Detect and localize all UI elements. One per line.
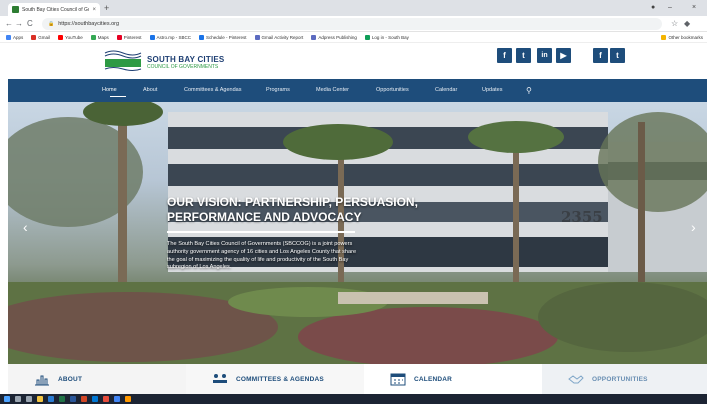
- bookmark-item[interactable]: Pinterest: [116, 34, 142, 40]
- lock-icon: 🔒: [48, 21, 55, 27]
- youtube-icon[interactable]: ▶: [556, 48, 571, 63]
- address-bar[interactable]: 🔒 https://southbaycities.org: [42, 18, 662, 30]
- logo-name[interactable]: SOUTH BAY CITIES: [147, 55, 224, 64]
- excel-icon[interactable]: [59, 396, 65, 402]
- bookmark-star-icon[interactable]: ☆: [671, 18, 678, 30]
- hero-title: OUR VISION: PARTNERSHIP, PERSUASION, PER…: [167, 195, 418, 224]
- tile-label: OPPORTUNITIES: [592, 375, 648, 383]
- nav-item-media-center[interactable]: Media Center: [316, 79, 349, 102]
- powerpoint-icon[interactable]: [81, 396, 87, 402]
- hero-divider: [167, 231, 355, 233]
- hero-photo: [8, 102, 707, 364]
- bookmark-favicon-icon: [149, 34, 155, 40]
- bookmark-item[interactable]: YouTube: [58, 34, 83, 40]
- bookmark-favicon-icon: [90, 34, 96, 40]
- sbccog-logo-icon[interactable]: [103, 47, 143, 73]
- bookmark-favicon-icon: [199, 34, 205, 40]
- close-window-icon[interactable]: ×: [692, 2, 696, 14]
- reload-button[interactable]: C: [27, 18, 33, 30]
- tile-committees[interactable]: COMMITTEES & AGENDAS: [186, 364, 364, 394]
- edge-icon[interactable]: [48, 396, 54, 402]
- other-bookmarks[interactable]: Other bookmarks: [661, 32, 703, 43]
- extension-icon[interactable]: ◆: [684, 18, 690, 30]
- logo-subtitle: COUNCIL OF GOVERNMENTS: [147, 64, 219, 70]
- bookmark-favicon-icon: [31, 34, 37, 40]
- bookmark-favicon-icon: [6, 34, 11, 40]
- url-text: https://southbaycities.org: [58, 21, 120, 27]
- bookmark-item[interactable]: Schedule - Pinterest: [199, 34, 247, 40]
- bookmark-item[interactable]: Astro.mp - SBCC: [149, 34, 191, 40]
- twitter-icon[interactable]: t: [610, 48, 625, 63]
- bookmark-favicon-icon: [116, 34, 122, 40]
- bookmark-favicon-icon: [254, 34, 260, 40]
- app-icon[interactable]: [125, 396, 131, 402]
- tile-label: CALENDAR: [414, 375, 453, 383]
- site-favicon-icon: [12, 6, 19, 13]
- tab-title: South Bay Cities Council of Gov: [22, 6, 90, 13]
- bookmark-item[interactable]: Apps: [6, 34, 23, 40]
- search-icon[interactable]: ⚲: [526, 79, 532, 102]
- handshake-icon: [568, 375, 584, 384]
- start-icon[interactable]: [4, 396, 10, 402]
- nav-item-updates[interactable]: Updates: [482, 79, 503, 102]
- folder-icon: [661, 35, 667, 40]
- slider-prev-icon[interactable]: ‹: [23, 220, 28, 234]
- building-number: 2355: [561, 208, 603, 226]
- tile-opportunities[interactable]: OPPORTUNITIES: [542, 364, 707, 394]
- outlook-icon[interactable]: [92, 396, 98, 402]
- facebook-icon[interactable]: f: [497, 48, 512, 63]
- forward-button[interactable]: →: [15, 18, 23, 30]
- twitter-icon[interactable]: t: [516, 48, 531, 63]
- browser-toolbar: ← → C 🔒 https://southbaycities.org ☆ ◆: [0, 16, 707, 43]
- bookmark-item[interactable]: Log in - South Bay: [364, 34, 409, 40]
- bookmarks-bar: Apps Gmail YouTube Maps Pinterest Astro.mp - …: [0, 32, 707, 43]
- linkedin-icon[interactable]: in: [537, 48, 552, 63]
- nav-item-calendar[interactable]: Calendar: [435, 79, 457, 102]
- nav-item-committees-agendas[interactable]: Committees & Agendas: [184, 79, 241, 102]
- browser-tab[interactable]: South Bay Cities Council of Gov ×: [8, 3, 100, 16]
- tile-label: ABOUT: [58, 375, 83, 383]
- nav-item-about[interactable]: About: [143, 79, 157, 102]
- tile-about[interactable]: ABOUT: [8, 364, 186, 394]
- nav-item-programs[interactable]: Programs: [266, 79, 290, 102]
- city-icon: [35, 375, 49, 386]
- facebook-icon[interactable]: f: [593, 48, 608, 63]
- bookmark-item[interactable]: Gmail: [31, 34, 50, 40]
- new-tab-button[interactable]: +: [104, 2, 109, 14]
- hero-description: The South Bay Cities Council of Governme…: [167, 241, 357, 271]
- browser-tab-strip: South Bay Cities Council of Gov × + ● – …: [0, 0, 707, 16]
- task-view-icon[interactable]: [26, 396, 32, 402]
- calendar-icon: [390, 373, 406, 386]
- site-header: SOUTH BAY CITIES COUNCIL OF GOVERNMENTS …: [0, 43, 707, 77]
- bookmark-favicon-icon: [364, 34, 370, 40]
- main-navigation: ⚲ Home About Committees & Agendas Programs M…: [8, 79, 707, 102]
- search-icon[interactable]: [15, 396, 21, 402]
- file-explorer-icon[interactable]: [37, 396, 43, 402]
- minimize-window-icon[interactable]: ●: [651, 2, 655, 14]
- feature-tiles: ABOUT COMMITTEES & AGENDAS CALENDAR OPPO…: [8, 364, 707, 394]
- nav-item-opportunities[interactable]: Opportunities: [376, 79, 409, 102]
- chrome-icon[interactable]: [114, 396, 120, 402]
- tile-label: COMMITTEES & AGENDAS: [236, 375, 324, 383]
- bookmark-favicon-icon: [58, 34, 64, 40]
- os-taskbar: [0, 394, 707, 404]
- word-icon[interactable]: [70, 396, 76, 402]
- back-button[interactable]: ←: [5, 18, 13, 30]
- bookmark-item[interactable]: Maps: [90, 34, 109, 40]
- nav-item-home[interactable]: Home: [102, 79, 117, 102]
- slider-next-icon[interactable]: ›: [691, 220, 696, 234]
- hero-slider: 2355 OUR VISION: PARTNERSHIP, PERSUASION…: [8, 102, 707, 364]
- tile-calendar[interactable]: CALENDAR: [364, 364, 542, 394]
- restore-window-icon[interactable]: –: [668, 2, 672, 14]
- bookmark-favicon-icon: [311, 34, 317, 40]
- app-icon[interactable]: [103, 396, 109, 402]
- bookmark-item[interactable]: Adpress Publishing: [311, 34, 357, 40]
- bookmark-item[interactable]: Gmail Activity Report: [254, 34, 303, 40]
- meeting-icon: [213, 374, 227, 383]
- close-tab-icon[interactable]: ×: [92, 7, 96, 13]
